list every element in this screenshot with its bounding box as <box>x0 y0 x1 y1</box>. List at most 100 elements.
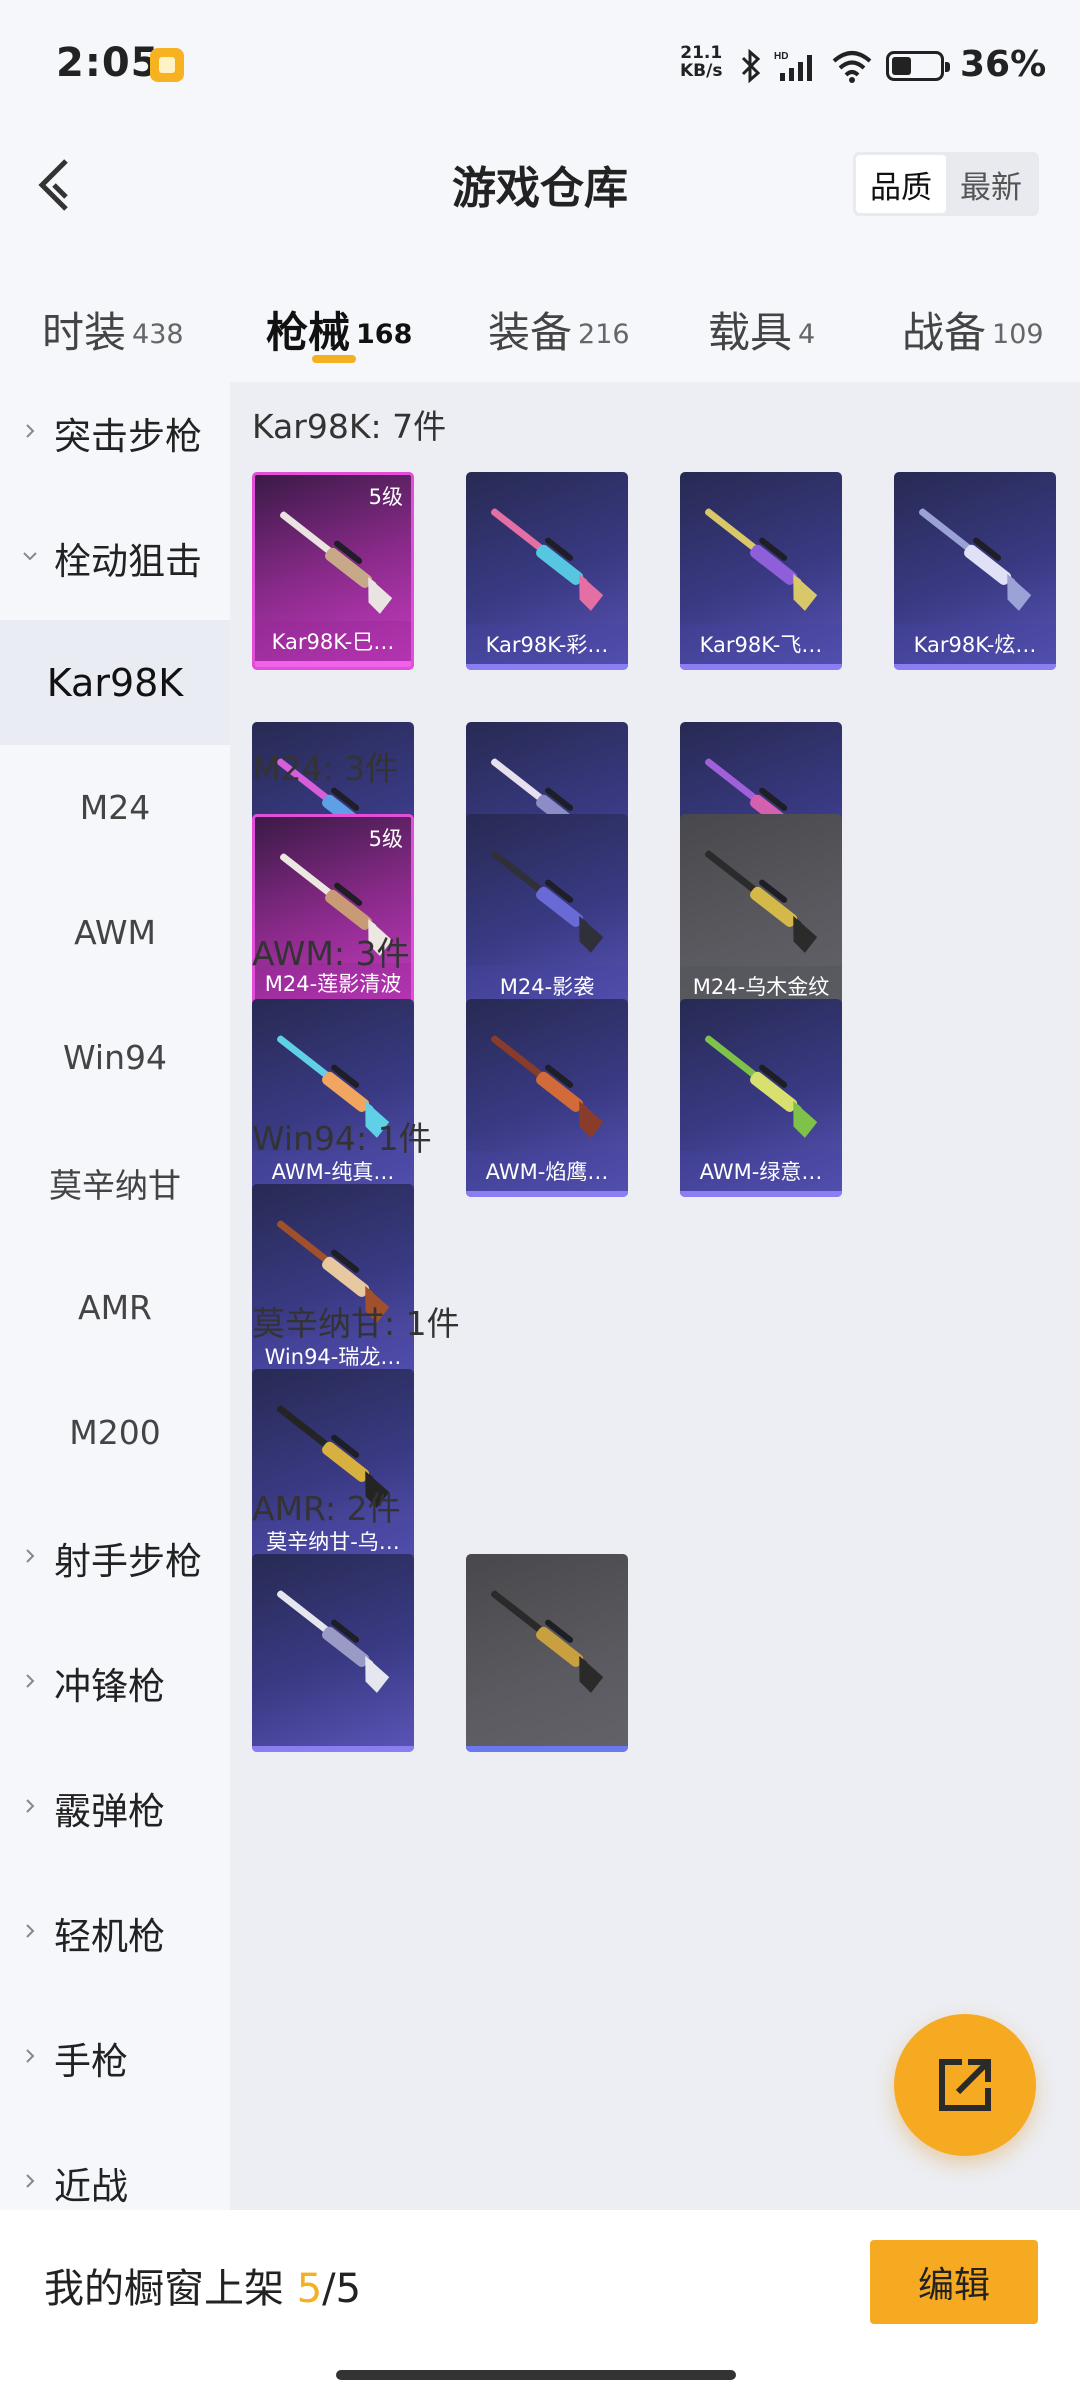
sidebar-item-label: 栓动狙击 <box>54 539 202 583</box>
inventory-grid: Kar98K: 7件 5级 Kar98K-巳… Kar98K-彩… Kar98K-飞… K… <box>230 382 1080 2212</box>
tab-count: 4 <box>798 319 816 350</box>
weapon-skin-card[interactable]: AWM-焰鹰… <box>466 999 628 1197</box>
chevron-right-icon <box>26 1548 35 1563</box>
weapon-skin-card[interactable]: 莫辛纳甘-乌… <box>252 1369 414 1567</box>
chevron-right-icon <box>26 2173 35 2188</box>
tab-firearms[interactable]: 枪械 168 <box>266 290 412 360</box>
weapon-skin-card[interactable] <box>466 1554 628 1752</box>
home-indicator <box>336 2370 736 2380</box>
svg-text:HD: HD <box>774 51 788 62</box>
sidebar-item-label: 霰弹枪 <box>54 1789 165 1833</box>
rarity-bar <box>680 664 842 670</box>
sidebar-category[interactable]: 栓动狙击 <box>0 495 230 620</box>
sidebar-item-label: 轻机枪 <box>54 1914 165 1958</box>
sidebar-category[interactable]: 突击步枪 <box>0 370 230 495</box>
section-title: M24: 3件 <box>252 749 399 788</box>
showcase-count: 5 <box>296 2266 323 2312</box>
weapon-skin-card[interactable]: Kar98K-炫… <box>894 472 1056 670</box>
battery-icon <box>886 51 950 81</box>
weapon-skin-card[interactable]: Kar98K-飞… <box>680 472 842 670</box>
category-tabs: 时装 438 枪械 168 装备 216 载具 4 战备 109 <box>0 270 1080 380</box>
sidebar-subitem[interactable]: 莫辛纳甘 <box>0 1120 230 1245</box>
section-title: 莫辛纳甘: 1件 <box>252 1304 460 1343</box>
chevron-left-icon <box>38 159 68 211</box>
tab-label: 装备 <box>488 308 573 357</box>
sidebar-category[interactable]: 霰弹枪 <box>0 1745 230 1870</box>
rarity-bar <box>680 1191 842 1197</box>
status-icons: HD <box>740 46 950 86</box>
rifle-icon <box>705 850 818 953</box>
chevron-right-icon <box>26 1923 35 1938</box>
weapon-skin-card[interactable]: AWM-纯真… <box>252 999 414 1197</box>
sidebar-item-label: 突击步枪 <box>54 414 202 458</box>
section-title: Win94: 1件 <box>252 1119 432 1158</box>
tab-count: 168 <box>356 319 413 350</box>
rarity-bar <box>466 1746 628 1752</box>
sidebar-category[interactable]: 轻机枪 <box>0 1870 230 1995</box>
weapon-skin-card[interactable]: Kar98K-彩… <box>466 472 628 670</box>
weapon-skin-card[interactable] <box>252 1554 414 1752</box>
share-export-icon <box>939 2059 991 2111</box>
cellular-signal-icon: HD <box>774 51 812 81</box>
network-speed-value: 21.1 <box>680 43 723 63</box>
tab-label: 战备 <box>902 308 987 357</box>
sidebar-item-label: M24 <box>79 788 151 827</box>
status-time: 2:05 <box>56 40 160 86</box>
rifle-icon <box>491 1590 604 1693</box>
tab-supplies[interactable]: 战备 109 <box>902 290 1044 360</box>
sort-option-quality[interactable]: 品质 <box>856 155 946 213</box>
sidebar-category[interactable]: 手枪 <box>0 1995 230 2120</box>
tab-label: 时装 <box>42 308 127 357</box>
sidebar-subitem[interactable]: AMR <box>0 1245 230 1370</box>
tab-count: 109 <box>992 319 1044 350</box>
sidebar-item-label: Kar98K <box>46 660 184 705</box>
weapon-skin-card[interactable]: M24-乌木金纹 <box>680 814 842 1012</box>
sidebar-subitem[interactable]: AWM <box>0 870 230 995</box>
chevron-right-icon <box>26 1798 35 1813</box>
weapon-skin-card[interactable]: Win94-瑞龙… <box>252 1184 414 1382</box>
chevron-right-icon <box>26 2048 35 2063</box>
section-title: AWM: 3件 <box>252 934 410 973</box>
sort-option-latest[interactable]: 最新 <box>946 155 1036 213</box>
sidebar-item-label: Win94 <box>63 1038 167 1077</box>
weapon-skin-card[interactable]: 5级 M24-莲影清波 <box>252 814 414 1012</box>
sidebar-item-label: 近战 <box>54 2164 128 2208</box>
sidebar-category[interactable]: 冲锋枪 <box>0 1620 230 1745</box>
rifle-icon <box>919 508 1032 611</box>
rarity-bar <box>466 664 628 670</box>
tab-equipment[interactable]: 装备 216 <box>488 290 630 360</box>
wifi-icon <box>832 51 872 83</box>
tab-fashion[interactable]: 时装 438 <box>42 290 184 360</box>
showcase-label: 我的橱窗上架 <box>44 2266 284 2312</box>
weapon-skin-card[interactable]: 5级 Kar98K-巳… <box>252 472 414 670</box>
sidebar-subitem[interactable]: M200 <box>0 1370 230 1495</box>
tab-vehicles[interactable]: 载具 4 <box>708 290 815 360</box>
bluetooth-icon <box>741 49 761 83</box>
edit-button[interactable]: 编辑 <box>870 2240 1038 2324</box>
tab-count: 438 <box>132 319 184 350</box>
sidebar-item-label: 手枪 <box>54 2039 128 2083</box>
sidebar-item-label: AMR <box>78 1288 152 1327</box>
sidebar-item-label: AWM <box>74 913 156 952</box>
rifle-icon <box>277 1590 390 1693</box>
sidebar-item-label: M200 <box>69 1413 161 1452</box>
showcase-total: 5 <box>335 2266 362 2312</box>
weapon-skin-card[interactable]: M24-影袭 <box>466 814 628 1012</box>
back-button[interactable] <box>22 150 82 220</box>
rifle-icon <box>491 1035 604 1138</box>
weapon-skin-card[interactable]: AWM-绿意… <box>680 999 842 1197</box>
battery-percent: 36% <box>960 44 1047 85</box>
sidebar-subitem[interactable]: M24 <box>0 745 230 870</box>
rarity-bar <box>255 661 411 667</box>
level-badge: 5级 <box>368 485 403 509</box>
section-title: AMR: 2件 <box>252 1489 401 1528</box>
network-speed: 21.1 KB/s <box>680 44 722 80</box>
share-button[interactable] <box>894 2014 1036 2156</box>
sort-toggle[interactable]: 品质 最新 <box>853 152 1039 216</box>
section-title: Kar98K: 7件 <box>252 407 447 446</box>
tab-count: 216 <box>578 319 630 350</box>
chevron-right-icon <box>26 1673 35 1688</box>
sidebar-category[interactable]: 射手步枪 <box>0 1495 230 1620</box>
sidebar-subitem[interactable]: Kar98K <box>0 620 230 745</box>
sidebar-subitem[interactable]: Win94 <box>0 995 230 1120</box>
